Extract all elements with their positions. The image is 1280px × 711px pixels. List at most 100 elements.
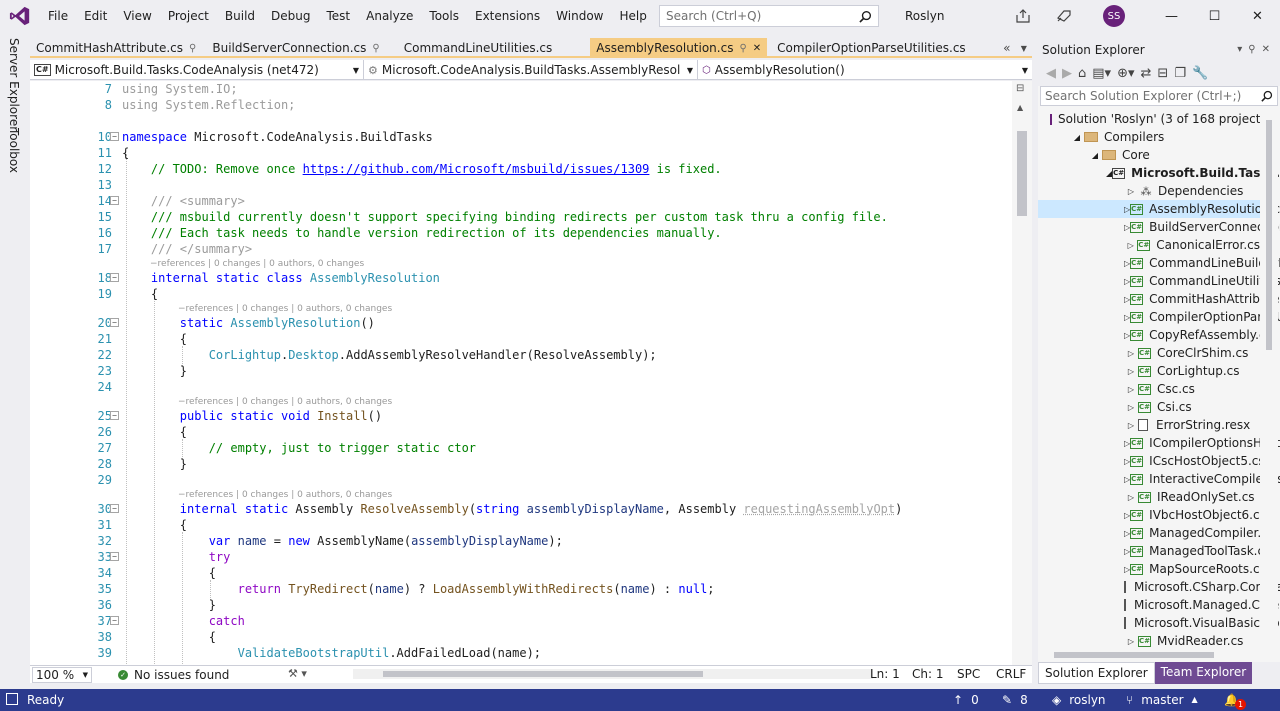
scroll-thumb[interactable] — [1054, 652, 1214, 658]
server-explorer-tab[interactable]: Server Explorer — [7, 38, 21, 131]
expand-icon[interactable]: ▷ — [1124, 385, 1138, 394]
changes-indicator[interactable]: ✎ 8 — [1002, 689, 1028, 711]
collapse-icon[interactable]: − — [110, 504, 119, 513]
type-dropdown[interactable]: ⚙ Microsoft.CodeAnalysis.BuildTasks.Asse… — [364, 60, 698, 80]
split-icon[interactable]: ⊟ — [1016, 83, 1024, 94]
tree-item[interactable]: ▷C#CommandLineUtilities.cs — [1038, 272, 1280, 290]
panel-controls-icon[interactable]: ▾⚲✕ — [1237, 40, 1276, 60]
codelens[interactable]: −references | 0 changes | 0 authors, 0 c… — [150, 257, 364, 271]
sync-icon[interactable]: ⇄ — [1141, 66, 1152, 81]
forward-icon[interactable]: ▶ — [1062, 66, 1072, 81]
branch-indicator[interactable]: ⑂ master ▲ — [1126, 689, 1198, 711]
minimize-icon[interactable]: — — [1150, 0, 1193, 32]
menu-test[interactable]: Test — [318, 0, 358, 32]
expanded-icon[interactable]: ◢ — [1088, 151, 1102, 160]
push-indicator[interactable]: ↑ 0 — [953, 689, 979, 711]
maximize-icon[interactable]: ☐ — [1193, 0, 1236, 32]
tree-item[interactable]: ▷ C# CorLightup.cs — [1038, 362, 1260, 380]
tab-assembly-resolution[interactable]: AssemblyResolution.cs ⚲ ✕ — [590, 38, 768, 58]
menu-analyze[interactable]: Analyze — [358, 0, 421, 32]
user-avatar[interactable]: SS — [1103, 5, 1125, 27]
tree-item[interactable]: ▷ C# InteractiveCompiler.cs — [1038, 470, 1280, 488]
tab-commit-hash-attribute[interactable]: CommitHashAttribute.cs ⚲ — [30, 38, 202, 58]
tree-item[interactable]: Microsoft.VisualBasic.Core.targets — [1038, 614, 1280, 632]
close-icon[interactable]: ✕ — [1236, 0, 1279, 32]
repo-indicator[interactable]: ◈ roslyn — [1052, 689, 1106, 711]
tree-item[interactable]: ▷ C# ManagedToolTask.cs — [1038, 542, 1270, 560]
menu-edit[interactable]: Edit — [76, 0, 115, 32]
tree-item[interactable]: ▷ C# IReadOnlySet.cs — [1038, 488, 1260, 506]
chevron-double-left-icon[interactable]: « — [1003, 41, 1010, 55]
expand-icon[interactable]: ▷ — [1124, 421, 1138, 430]
notifications[interactable]: 🔔 1 — [1224, 689, 1247, 711]
editor-horizontal-scrollbar[interactable] — [353, 669, 873, 679]
tree-item[interactable]: ▷ C# AssemblyResolution.cs — [1038, 200, 1280, 218]
collapse-icon[interactable]: − — [110, 196, 119, 205]
tree-item[interactable]: ▷C#ICompilerOptionsHostObject.cs — [1038, 434, 1280, 452]
expand-icon[interactable]: ▷ — [1124, 187, 1138, 196]
tree-item[interactable]: ▷ C# Csi.cs — [1038, 398, 1260, 416]
visual-studio-logo-icon[interactable] — [0, 0, 40, 32]
properties-icon[interactable]: 🔧 — [1192, 66, 1208, 81]
whitespace-mode[interactable]: SPC — [957, 667, 980, 681]
menu-file[interactable]: File — [40, 0, 76, 32]
codelens[interactable]: −references | 0 changes | 0 authors, 0 c… — [178, 488, 392, 502]
search-box[interactable]: Search (Ctrl+Q) — [659, 5, 879, 27]
menu-debug[interactable]: Debug — [263, 0, 318, 32]
expand-icon[interactable]: ▷ — [1124, 349, 1138, 358]
expand-icon[interactable]: ▷ — [1124, 637, 1138, 646]
menu-view[interactable]: View — [115, 0, 159, 32]
collapse-icon[interactable]: − — [110, 318, 119, 327]
toolbox-tab[interactable]: Toolbox — [7, 128, 21, 173]
scroll-thumb[interactable] — [1266, 120, 1272, 350]
tab-compiler-option-parse-utilities[interactable]: CompilerOptionParseUtilities.cs — [771, 38, 972, 58]
codelens[interactable]: −references | 0 changes | 0 authors, 0 c… — [178, 302, 392, 316]
tree-item[interactable]: ▷ C# ICscHostObject5.cs — [1038, 452, 1265, 470]
tree-item[interactable]: ▷ C# CoreClrShim.cs — [1038, 344, 1260, 362]
tree-item[interactable]: ◢ Core — [1038, 146, 1260, 164]
expand-icon[interactable]: ▷ — [1124, 241, 1137, 250]
expand-icon[interactable]: ▷ — [1124, 493, 1138, 502]
tree-horizontal-scrollbar[interactable] — [1038, 648, 1260, 662]
zoom-dropdown[interactable]: 100 % ▼ — [32, 666, 92, 683]
collapse-all-icon[interactable]: ⊟ — [1157, 66, 1168, 81]
close-tab-icon[interactable]: ✕ — [753, 43, 761, 54]
pending-changes-icon[interactable]: ⊕▾ — [1117, 66, 1134, 81]
tree-item[interactable]: ▷ C# Csc.cs — [1038, 380, 1260, 398]
tree-item[interactable]: ◢ Compilers — [1038, 128, 1260, 146]
tree-item[interactable]: ▷ C# MvidReader.cs — [1038, 632, 1260, 648]
collapse-icon[interactable]: − — [110, 411, 119, 420]
member-dropdown[interactable]: ⬡ AssemblyResolution() ▼ — [698, 60, 1032, 80]
output-icon[interactable] — [6, 693, 18, 705]
back-icon[interactable]: ◀ — [1046, 66, 1056, 81]
tree-item[interactable]: ▷ ⁂ Dependencies — [1038, 182, 1260, 200]
issues-indicator[interactable]: ✓ No issues found — [118, 668, 229, 682]
editor-vertical-scrollbar[interactable]: ⊟ ▲ — [1012, 81, 1032, 665]
scroll-thumb[interactable] — [1017, 131, 1027, 216]
tree-item[interactable]: ▷C#CommitHashAttribute.cs — [1038, 290, 1280, 308]
brush-icon[interactable]: ⚒ ▾ — [288, 667, 307, 680]
collapse-icon[interactable]: − — [110, 552, 119, 561]
menu-tools[interactable]: Tools — [421, 0, 467, 32]
switch-views-icon[interactable]: ▤▾ — [1092, 66, 1111, 81]
tree-item[interactable]: ▷ C# CanonicalError.cs — [1038, 236, 1260, 254]
collapse-icon[interactable]: − — [110, 616, 119, 625]
solution-search-box[interactable]: Search Solution Explorer (Ctrl+;) — [1040, 86, 1278, 106]
live-share-icon[interactable] — [1055, 8, 1073, 24]
issue-link[interactable]: https://github.com/Microsoft/msbuild/iss… — [303, 162, 650, 176]
codelens[interactable]: −references | 0 changes | 0 authors, 0 c… — [178, 395, 392, 409]
tree-item[interactable]: ▷C#CompilerOptionParseUtilities.cs — [1038, 308, 1280, 326]
tree-vertical-scrollbar[interactable] — [1260, 110, 1278, 648]
collapse-icon[interactable]: − — [110, 273, 119, 282]
tab-build-server-connection[interactable]: BuildServerConnection.cs ⚲ — [206, 38, 385, 58]
pin-icon[interactable]: ⚲ — [739, 43, 746, 54]
tree-item[interactable]: Microsoft.Managed.Core.targets — [1038, 596, 1280, 614]
menu-project[interactable]: Project — [160, 0, 217, 32]
tree-item[interactable]: ◢C#Microsoft.Build.Tasks.CodeAnalysis — [1038, 164, 1280, 182]
show-all-files-icon[interactable]: ❐ — [1174, 66, 1186, 81]
pin-icon[interactable]: ⚲ — [372, 43, 379, 54]
tree-item[interactable]: Solution 'Roslyn' (3 of 168 projects) — [1038, 110, 1271, 128]
share-icon[interactable] — [1015, 8, 1033, 24]
tree-item[interactable]: ▷ C# CopyRefAssembly.cs — [1038, 326, 1272, 344]
expanded-icon[interactable]: ◢ — [1070, 133, 1084, 142]
